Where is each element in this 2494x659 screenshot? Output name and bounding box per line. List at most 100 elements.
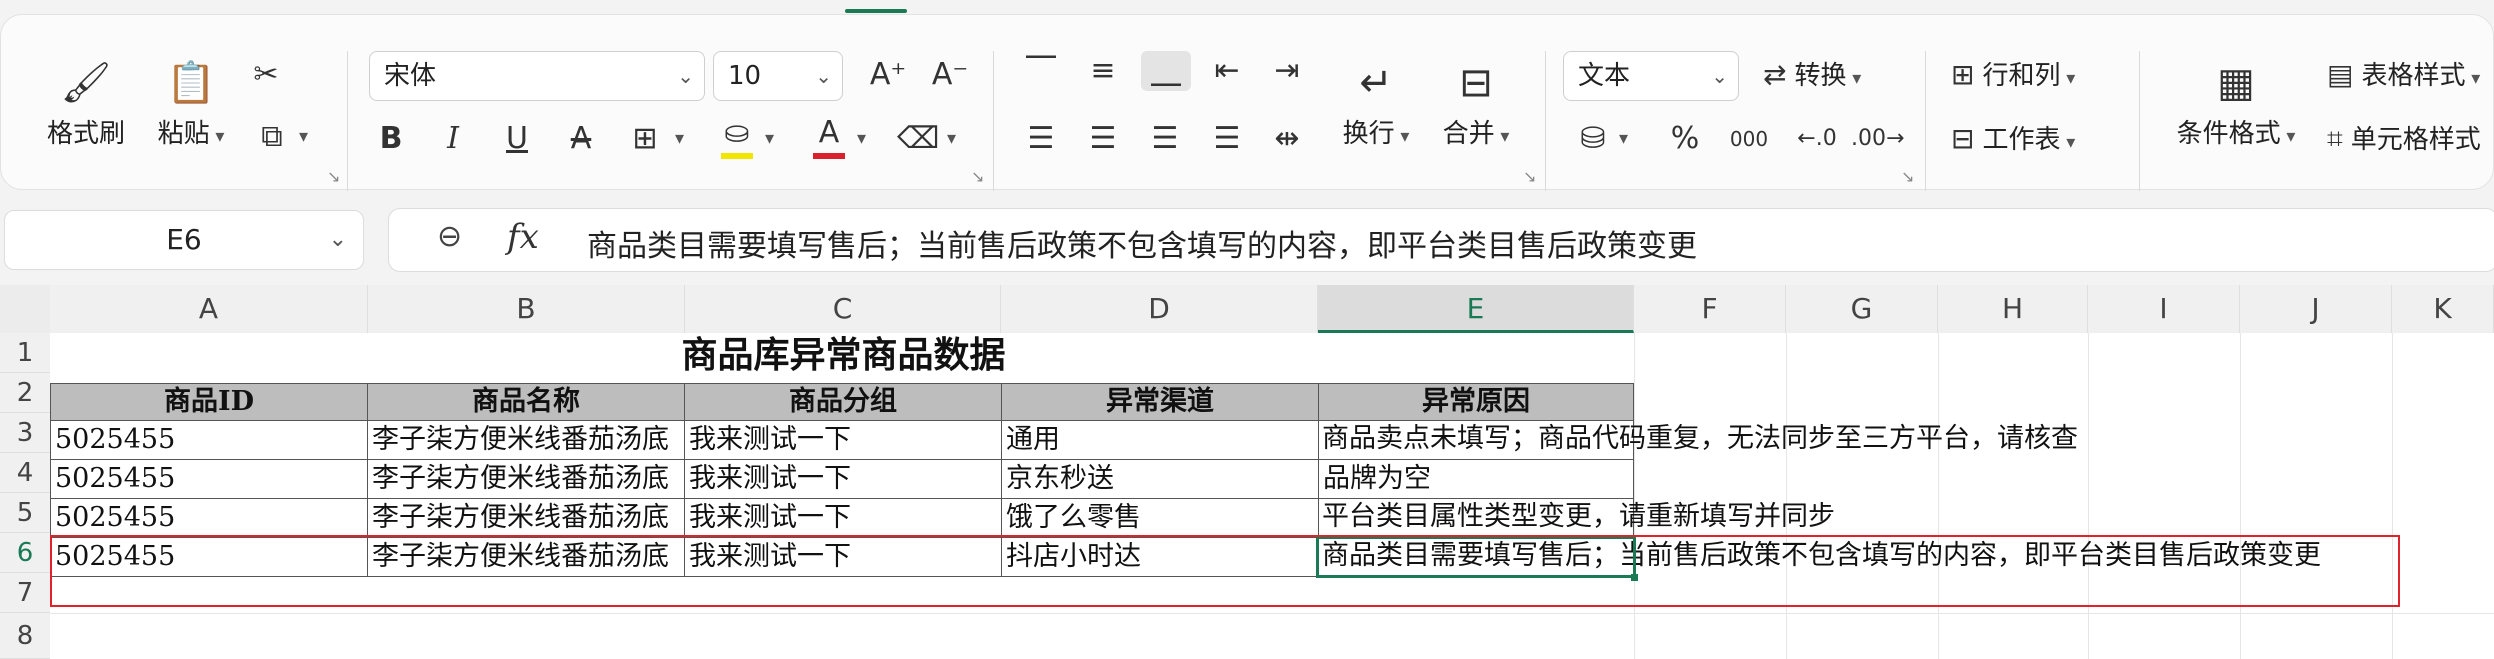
row-header-1[interactable]: 1 [0, 333, 50, 373]
cut-icon[interactable]: ✂ [241, 55, 291, 95]
chevron-down-icon: ⌄ [815, 64, 832, 88]
sheet-title[interactable]: 商品库异常商品数据 [50, 335, 1637, 375]
align-middle-icon[interactable]: ≡ [1083, 51, 1123, 91]
header-cell-a[interactable]: 商品ID [50, 383, 368, 421]
increase-decimal-icon[interactable]: ←.0 [1791, 119, 1843, 159]
align-right-icon[interactable]: ☰ [1145, 119, 1185, 159]
row-header-5[interactable]: 5 [0, 493, 50, 533]
table-cell[interactable]: 5025455 [50, 420, 368, 460]
currency-dropdown-icon[interactable]: ▾ [1619, 119, 1628, 159]
eraser-dropdown-icon[interactable]: ▾ [947, 119, 956, 159]
table-cell[interactable]: 李子柒方便米线番茄汤底 [367, 420, 685, 460]
shrink-font-icon[interactable]: A⁻ [925, 55, 975, 95]
justify-icon[interactable]: ☰ [1207, 119, 1247, 159]
italic-icon[interactable]: I [435, 119, 471, 159]
number-format-select[interactable]: 文本 ⌄ [1563, 51, 1739, 101]
align-left-icon[interactable]: ☰ [1021, 119, 1061, 159]
convert-icon: ⇄ [1763, 58, 1787, 91]
grid-line [1938, 333, 1939, 659]
increase-indent-icon[interactable]: ⇥ [1267, 51, 1307, 91]
row-header-8[interactable]: 8 [0, 613, 50, 659]
wrap-text-button[interactable]: ↵ 换行 [1321, 53, 1431, 150]
table-cell[interactable]: 5025455 [50, 459, 368, 499]
column-header-b[interactable]: B [368, 285, 685, 333]
table-cell[interactable]: 我来测试一下 [684, 498, 1002, 538]
copy-icon[interactable]: ⧉ [247, 117, 297, 157]
table-cell[interactable]: 通用 [1001, 420, 1319, 460]
number-settings-icon[interactable]: ↘ [1901, 167, 1914, 186]
font-color-dropdown-icon[interactable]: ▾ [857, 119, 866, 159]
fill-color-icon[interactable]: ⛀ [717, 115, 757, 159]
rows-and-columns-button[interactable]: ⊞ 行和列 [1951, 55, 2075, 99]
grow-font-icon[interactable]: A⁺ [863, 55, 913, 95]
header-cell-c[interactable]: 商品分组 [684, 383, 1002, 421]
reason-text: 商品卖点未填写；商品代码重复，无法同步至三方平台，请核查 [1322, 423, 2078, 454]
border-dropdown-icon[interactable]: ▾ [675, 119, 684, 159]
column-header-d[interactable]: D [1001, 285, 1318, 333]
table-cell[interactable]: 京东秒送 [1001, 459, 1319, 499]
select-all-corner[interactable] [0, 285, 50, 333]
font-settings-icon[interactable]: ↘ [971, 167, 984, 186]
alignment-settings-icon[interactable]: ↘ [1523, 167, 1536, 186]
header-cell-d[interactable]: 异常渠道 [1001, 383, 1319, 421]
cell-style-button[interactable]: ⌗ 单元格样式 [2327, 119, 2481, 160]
column-header-f[interactable]: F [1634, 285, 1786, 333]
table-cell[interactable]: 我来测试一下 [684, 420, 1002, 460]
table-cell[interactable]: 我来测试一下 [684, 459, 1002, 499]
font-color-icon[interactable]: A [809, 115, 849, 159]
underline-icon[interactable]: U [499, 119, 535, 159]
decrease-indent-icon[interactable]: ⇤ [1207, 51, 1247, 91]
function-icon[interactable]: fx [507, 217, 539, 257]
percent-icon[interactable]: % [1661, 119, 1709, 159]
copy-dropdown-icon[interactable]: ▾ [299, 117, 308, 157]
merge-cells-button[interactable]: ⊟ 合并 [1421, 53, 1531, 150]
header-cell-e[interactable]: 异常原因 [1318, 383, 1634, 421]
rows-columns-icon: ⊞ [1951, 58, 1975, 91]
column-header-i[interactable]: I [2088, 285, 2240, 333]
column-header-e[interactable]: E [1318, 285, 1634, 333]
format-painter-button[interactable]: 🖌 格式刷 [31, 53, 141, 150]
row-header-2[interactable]: 2 [0, 373, 50, 413]
table-cell[interactable]: 李子柒方便米线番茄汤底 [367, 498, 685, 538]
formula-bar[interactable]: ⊖ fx 商品类目需要填写售后；当前售后政策不包含填写的内容，即平台类目售后政策… [388, 208, 2494, 272]
row-header-4[interactable]: 4 [0, 453, 50, 493]
row-header-3[interactable]: 3 [0, 413, 50, 453]
column-header-c[interactable]: C [685, 285, 1001, 333]
worksheet-button[interactable]: ⊟ 工作表 [1951, 119, 2075, 163]
column-header-a[interactable]: A [50, 285, 368, 333]
header-cell-b[interactable]: 商品名称 [367, 383, 685, 421]
clipboard-settings-icon[interactable]: ↘ [327, 167, 340, 186]
strikethrough-icon[interactable]: A [563, 119, 599, 159]
conditional-format-button[interactable]: ▦ 条件格式 [2161, 53, 2311, 150]
table-cell[interactable]: 品牌为空 [1318, 459, 1634, 499]
decrease-decimal-icon[interactable]: .00→ [1851, 119, 1904, 159]
eraser-icon[interactable]: ⌫ [897, 119, 939, 159]
border-icon[interactable]: ⊞ [627, 119, 663, 159]
column-header-h[interactable]: H [1938, 285, 2088, 333]
paste-button[interactable]: 📋 粘贴 [141, 53, 241, 150]
fill-dropdown-icon[interactable]: ▾ [765, 119, 774, 159]
formula-content[interactable]: 商品类目需要填写售后；当前售后政策不包含填写的内容，即平台类目售后政策变更 [587, 221, 1697, 265]
row-header-7[interactable]: 7 [0, 573, 50, 613]
column-header-j[interactable]: J [2240, 285, 2392, 333]
column-header-g[interactable]: G [1786, 285, 1938, 333]
column-header-k[interactable]: K [2392, 285, 2494, 333]
font-name-select[interactable]: 宋体 ⌄ [369, 51, 705, 101]
table-cell[interactable]: 李子柒方便米线番茄汤底 [367, 459, 685, 499]
align-bottom-icon[interactable]: ⎽ [1141, 51, 1191, 91]
currency-icon[interactable]: ⛁ [1573, 119, 1613, 159]
row-header-6[interactable]: 6 [0, 533, 50, 573]
name-box[interactable]: E6 ⌄ [4, 210, 364, 270]
zoom-formula-icon[interactable]: ⊖ [437, 219, 462, 254]
table-cell[interactable]: 5025455 [50, 498, 368, 538]
thousands-separator-icon[interactable]: 000 [1723, 119, 1775, 159]
bold-icon[interactable]: B [373, 119, 409, 159]
table-cell[interactable]: 饿了么零售 [1001, 498, 1319, 538]
font-size-select[interactable]: 10 ⌄ [713, 51, 843, 101]
align-center-icon[interactable]: ☰ [1083, 119, 1123, 159]
table-style-button[interactable]: ▤ 表格样式 [2327, 55, 2480, 99]
merge-cells-icon: ⊟ [1459, 60, 1493, 106]
distributed-align-icon[interactable]: ⇹ [1267, 119, 1307, 159]
convert-button[interactable]: ⇄ 转换 [1763, 55, 1861, 99]
align-top-icon[interactable]: ⎺ [1021, 51, 1061, 91]
